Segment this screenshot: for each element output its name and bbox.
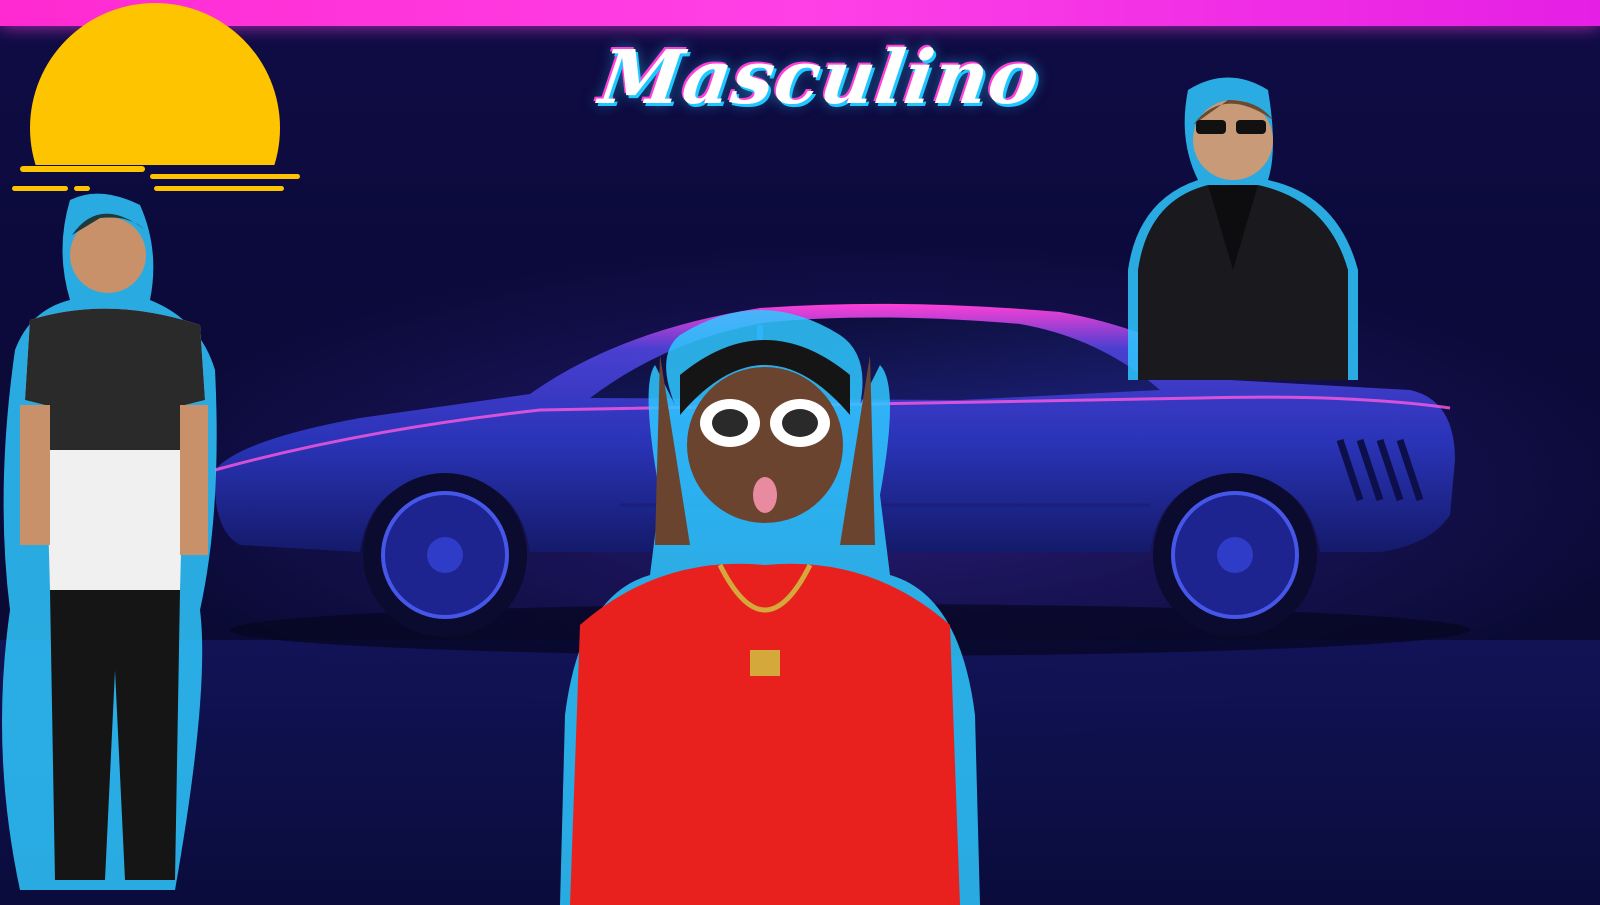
model-suit bbox=[1128, 77, 1358, 380]
rear-wheel bbox=[1153, 473, 1317, 637]
model-red-sweater bbox=[560, 310, 980, 905]
front-wheel bbox=[363, 473, 527, 637]
sun-icon bbox=[12, 3, 300, 191]
model-tshirt bbox=[2, 193, 217, 891]
page-title: Masculino bbox=[594, 35, 1046, 121]
